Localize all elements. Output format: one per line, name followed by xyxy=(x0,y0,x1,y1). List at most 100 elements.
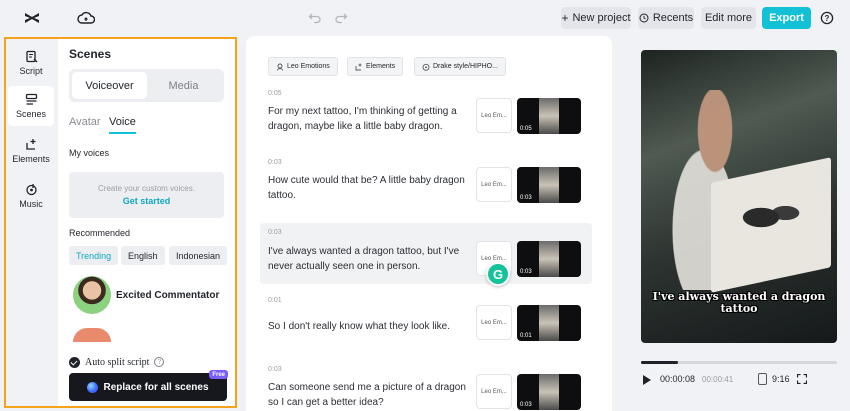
scene-row[interactable]: 0:03 How cute would that be? A little ba… xyxy=(260,159,592,221)
video-caption: I've always wanted a dragon tattoo xyxy=(652,290,826,315)
scene-thumbnail[interactable]: 0:03 xyxy=(517,167,581,203)
redo-icon[interactable] xyxy=(334,10,348,24)
undo-icon[interactable] xyxy=(308,10,322,24)
export-button[interactable]: Export xyxy=(762,7,811,29)
thumbnail-time: 0:03 xyxy=(520,402,532,408)
free-badge: Free xyxy=(209,370,228,379)
chip-trending[interactable]: Trending xyxy=(69,246,119,265)
thumbnail-time: 0:03 xyxy=(520,269,532,275)
scene-text[interactable]: For my next tattoo, I'm thinking of gett… xyxy=(268,104,468,134)
svg-text:?: ? xyxy=(825,14,830,23)
tab-avatar[interactable]: Avatar xyxy=(69,116,101,128)
help-icon[interactable]: ? xyxy=(820,11,834,25)
recommended-heading: Recommended xyxy=(69,228,131,238)
rail-item-elements[interactable]: Elements xyxy=(8,131,54,171)
info-question-icon[interactable]: ? xyxy=(154,357,165,367)
auto-split-toggle[interactable]: Auto split script ? xyxy=(69,355,165,369)
rail-label-music: Music xyxy=(19,199,43,209)
progress-fill xyxy=(641,361,679,364)
icon-rail: Script Scenes Elements Music xyxy=(6,39,58,406)
tab-media[interactable]: Media xyxy=(146,72,221,99)
tag-music[interactable]: Drake style/HIPHO... xyxy=(414,57,506,76)
edit-more-button[interactable]: Edit more xyxy=(701,7,756,29)
voice-item[interactable]: Excited Commentator xyxy=(73,276,228,316)
edit-more-label: Edit more xyxy=(704,12,753,24)
top-bar: + New project Recents Edit more Export ? xyxy=(0,0,850,36)
playback-controls: 00:00:08 00:00:41 9:16 xyxy=(641,373,841,387)
new-project-button[interactable]: + New project xyxy=(561,7,631,29)
scenes-panel: Script Scenes Elements Music Scenes Voic… xyxy=(4,37,237,408)
aspect-ratio-label[interactable]: 9:16 xyxy=(772,374,790,384)
tag-elements[interactable]: Elements xyxy=(347,57,404,76)
scene-thumbnail[interactable]: 0:01 xyxy=(517,305,581,341)
total-time: 00:00:41 xyxy=(702,375,734,384)
create-voice-text: Create your custom voices. xyxy=(98,184,195,193)
music-icon xyxy=(25,184,37,196)
scene-voice-button[interactable]: Leo Em... xyxy=(476,98,512,133)
thumbnail-image xyxy=(539,374,559,410)
create-voice-box: Create your custom voices. Get started xyxy=(69,172,224,218)
scene-row[interactable]: 0:01 So I don't really know what they lo… xyxy=(260,297,592,359)
tab-voiceover[interactable]: Voiceover xyxy=(72,72,147,99)
scene-thumbnail[interactable]: 0:03 xyxy=(517,241,581,277)
play-icon[interactable] xyxy=(643,375,651,385)
rail-label-elements: Elements xyxy=(12,154,50,164)
tab-voice[interactable]: Voice xyxy=(109,116,136,134)
replace-all-scenes-button[interactable]: Replace for all scenes Free xyxy=(69,370,228,401)
rail-item-script[interactable]: Script xyxy=(8,43,54,83)
tag-elements-label: Elements xyxy=(366,63,396,70)
tag-voice-label: Leo Emotions xyxy=(287,63,330,70)
thumbnail-image xyxy=(539,98,559,134)
scene-voice-button[interactable]: Leo Em... xyxy=(476,305,512,340)
chip-english[interactable]: English xyxy=(121,246,165,265)
rail-item-scenes[interactable]: Scenes xyxy=(8,86,54,126)
plus-icon: + xyxy=(561,11,569,25)
fullscreen-icon[interactable] xyxy=(797,374,807,384)
grammarly-icon[interactable]: G xyxy=(486,262,510,286)
auto-split-label: Auto split script xyxy=(85,356,150,368)
scene-row[interactable]: 0:03 Can someone send me a picture of a … xyxy=(260,366,592,411)
thumbnail-time: 0:03 xyxy=(520,195,532,201)
get-started-link[interactable]: Get started xyxy=(69,196,224,206)
scene-voice-button[interactable]: Leo Em... xyxy=(476,374,512,409)
scene-text[interactable]: How cute would that be? A little baby dr… xyxy=(268,173,468,203)
scene-duration: 0:05 xyxy=(268,90,282,97)
thumbnail-time: 0:01 xyxy=(520,333,532,339)
rail-item-music[interactable]: Music xyxy=(8,176,54,216)
aspect-ratio-icon[interactable] xyxy=(758,373,767,385)
panel-title: Scenes xyxy=(69,47,112,61)
scene-duration: 0:03 xyxy=(268,366,282,373)
scene-text[interactable]: So I don't really know what they look li… xyxy=(268,319,468,334)
voice-avatar-partial[interactable] xyxy=(73,328,111,342)
scene-voice-button[interactable]: Leo Em... xyxy=(476,167,512,202)
scene-thumbnail[interactable]: 0:05 xyxy=(517,98,581,134)
checkmark-icon[interactable] xyxy=(69,356,80,368)
current-time: 00:00:08 xyxy=(660,374,696,384)
new-project-label: New project xyxy=(572,12,631,24)
voice-subtabs: Avatar Voice xyxy=(69,116,229,136)
tag-music-label: Drake style/HIPHO... xyxy=(433,63,498,70)
video-preview-panel: I've always wanted a dragon tattoo 00:00… xyxy=(612,36,850,411)
ai-orb-icon xyxy=(87,381,99,393)
scene-text[interactable]: I've always wanted a dragon tattoo, but … xyxy=(268,244,468,274)
scenes-icon xyxy=(25,93,37,105)
thumbnail-image xyxy=(539,241,559,277)
cloud-sync-icon[interactable] xyxy=(77,10,96,26)
recents-label: Recents xyxy=(652,12,694,24)
tag-voice[interactable]: Leo Emotions xyxy=(268,57,338,76)
scene-text[interactable]: Can someone send me a picture of a drago… xyxy=(268,380,468,410)
scene-thumbnail[interactable]: 0:03 xyxy=(517,374,581,410)
capcut-logo-icon[interactable] xyxy=(23,9,41,27)
thumbnail-image xyxy=(539,305,559,341)
playback-progress-bar[interactable] xyxy=(641,361,837,364)
chip-indonesian[interactable]: Indonesian xyxy=(169,246,227,265)
scene-duration: 0:03 xyxy=(268,159,282,166)
replace-label: Replace for all scenes xyxy=(103,381,209,393)
recents-button[interactable]: Recents xyxy=(638,7,694,29)
rail-label-scenes: Scenes xyxy=(15,109,47,119)
video-preview[interactable]: I've always wanted a dragon tattoo xyxy=(641,50,837,343)
scene-row[interactable]: 0:05 For my next tattoo, I'm thinking of… xyxy=(260,90,592,152)
rail-label-script: Script xyxy=(19,66,43,76)
video-dragon-sketch xyxy=(733,195,803,240)
scene-row-active[interactable]: 0:03 I've always wanted a dragon tattoo,… xyxy=(260,223,592,284)
